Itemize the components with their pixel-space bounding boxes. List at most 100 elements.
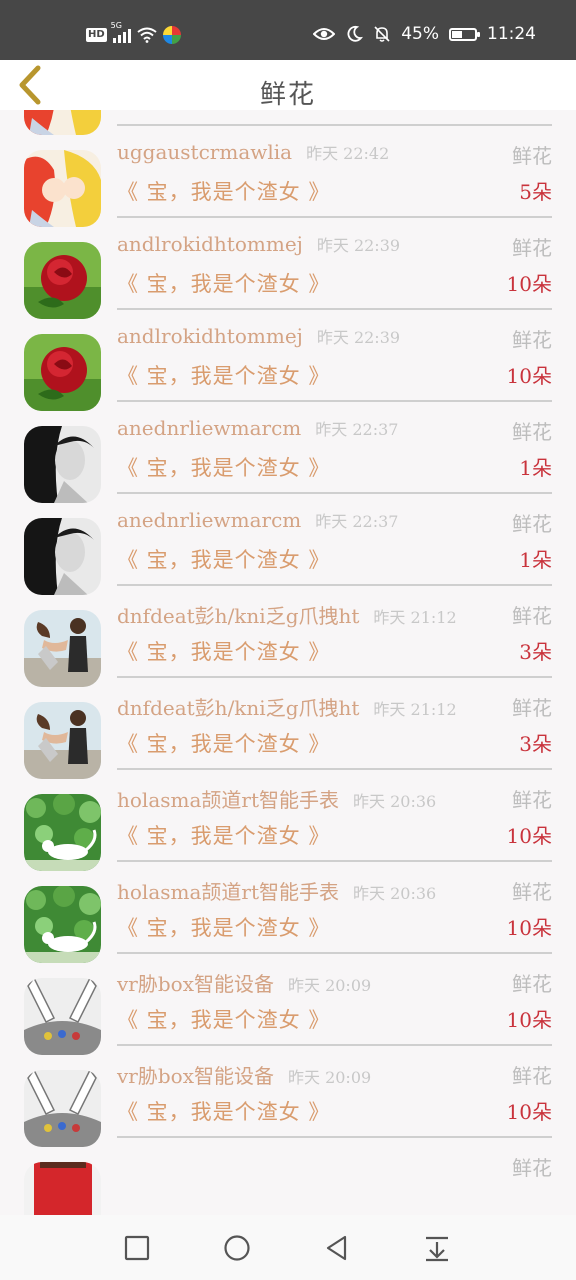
row-content: andlrokidhtommej 昨天 22:39 鲜花《 宝，我是个渣女 》 10朵 (117, 232, 552, 310)
flower-count: 1朵 (519, 456, 552, 480)
row-content: anednrliewmarcm 昨天 22:37 鲜花《 宝，我是个渣女 》 1朵 (117, 508, 552, 586)
list-item[interactable]: vr胁box智能设备 昨天 20:09 鲜花《 宝，我是个渣女 》 10朵 (0, 1046, 576, 1147)
timestamp: 昨天 22:37 (315, 512, 399, 531)
avatar[interactable] (24, 1070, 101, 1147)
row-header: anednrliewmarcm 昨天 22:37 鲜花 (117, 416, 552, 446)
list-item[interactable]: 鲜花 (0, 1138, 576, 1215)
row-header: holasma颉道rt智能手表 昨天 20:36 鲜花 (117, 784, 552, 814)
list-item[interactable]: uggaustcrmawlia昨天 22:42鲜花《 宝，我是个渣女 》5朵 (0, 126, 576, 227)
bell-muted-icon (374, 26, 390, 42)
app-header: 鲜花 (0, 60, 576, 110)
message-text: 《 宝，我是个渣女 》 (117, 640, 331, 664)
row-header: dnfdeat彭h/kni乏g爪拽ht 昨天 21:12 鲜花 (117, 600, 552, 630)
notification-pulldown-icon[interactable] (422, 1233, 452, 1263)
avatar-image (24, 794, 101, 871)
username[interactable]: holasma颉道rt智能手表 (117, 880, 339, 904)
avatar-image (24, 518, 101, 595)
username[interactable]: dnfdeat彭h/kni乏g爪拽ht (117, 696, 359, 720)
username[interactable]: uggaustcrmawlia (117, 140, 292, 164)
battery-percent: 45% (401, 24, 439, 44)
gift-type: 鲜花 (512, 512, 552, 536)
avatar-image (24, 426, 101, 503)
username[interactable]: anednrliewmarcm (117, 416, 301, 440)
timestamp: 昨天 22:37 (315, 420, 399, 439)
hd-badge: HD (86, 28, 107, 42)
gift-type: 鲜花 (512, 328, 552, 352)
gift-type: 鲜花 (512, 236, 552, 260)
row-header: andlrokidhtommej 昨天 22:39 鲜花 (117, 232, 552, 262)
app-notification-icon (162, 26, 181, 44)
avatar[interactable] (24, 242, 101, 319)
page-title: 鲜花 (259, 80, 316, 110)
avatar[interactable] (24, 886, 101, 963)
list-item[interactable]: holasma颉道rt智能手表 昨天 20:36 鲜花《 宝，我是个渣女 》 10朵 (0, 862, 576, 963)
avatar[interactable] (24, 610, 101, 687)
list-item[interactable]: dnfdeat彭h/kni乏g爪拽ht 昨天 21:12 鲜花《 宝，我是个渣女 》… (0, 586, 576, 687)
list-item[interactable]: anednrliewmarcm 昨天 22:37 鲜花《 宝，我是个渣女 》 1朵 (0, 494, 576, 595)
row-header: 鲜花 (117, 1152, 552, 1182)
timestamp: 昨天 22:39 (316, 236, 401, 255)
flower-count: 3朵 (519, 732, 552, 756)
timestamp: 昨天 22:39 (316, 328, 401, 347)
battery-icon (449, 27, 480, 41)
avatar[interactable] (24, 518, 101, 595)
avatar-image (24, 610, 101, 687)
avatar-image (24, 1070, 101, 1147)
avatar[interactable] (24, 702, 101, 779)
message-text: 《 宝，我是个渣女 》 (117, 110, 330, 114)
flower-count: 10朵 (506, 824, 552, 848)
avatar-image (24, 334, 101, 411)
gift-type: 鲜花 (512, 144, 552, 168)
timestamp: 昨天 21:12 (373, 608, 457, 627)
row-content: anednrliewmarcm 昨天 22:37 鲜花《 宝，我是个渣女 》 1朵 (117, 416, 552, 494)
list-item[interactable]: anednrliewmarcm 昨天 22:37 鲜花《 宝，我是个渣女 》 1朵 (0, 402, 576, 503)
avatar[interactable] (24, 794, 101, 871)
list-item[interactable]: holasma颉道rt智能手表 昨天 20:36 鲜花《 宝，我是个渣女 》 10朵 (0, 770, 576, 871)
avatar[interactable] (24, 426, 101, 503)
avatar[interactable] (24, 1162, 101, 1215)
avatar-image (24, 242, 101, 319)
username[interactable]: vr胁box智能设备 (117, 972, 274, 996)
gift-type: 鲜花 (512, 420, 552, 444)
gift-type: 鲜花 (512, 1156, 552, 1180)
flower-count: 10朵 (506, 272, 552, 296)
list-item[interactable]: andlrokidhtommej 昨天 22:39 鲜花《 宝，我是个渣女 》 10朵 (0, 218, 576, 319)
message-text: 《 宝，我是个渣女 》 (117, 364, 331, 388)
avatar[interactable] (24, 150, 101, 227)
row-header: vr胁box智能设备 昨天 20:09 鲜花 (117, 1060, 552, 1090)
system-nav-bar (0, 1215, 576, 1280)
username[interactable]: andlrokidhtommej (117, 232, 303, 256)
gift-type: 鲜花 (512, 972, 552, 996)
list-item[interactable]: andlrokidhtommej 昨天 22:39 鲜花《 宝，我是个渣女 》 10朵 (0, 310, 576, 411)
username[interactable]: vr胁box智能设备 (117, 1064, 274, 1088)
row-content: holasma颉道rt智能手表 昨天 20:36 鲜花《 宝，我是个渣女 》 10朵 (117, 784, 552, 862)
back-icon[interactable] (322, 1233, 352, 1263)
avatar[interactable] (24, 978, 101, 1055)
moon-icon (347, 25, 364, 42)
recent-apps-icon[interactable] (122, 1233, 152, 1263)
row-content: dnfdeat彭h/kni乏g爪拽ht 昨天 21:12 鲜花《 宝，我是个渣女 》… (117, 692, 552, 770)
list-item[interactable]: vr胁box智能设备 昨天 20:09 鲜花《 宝，我是个渣女 》 10朵 (0, 954, 576, 1055)
username[interactable]: dnfdeat彭h/kni乏g爪拽ht (117, 604, 359, 628)
username[interactable]: andlrokidhtommej (117, 324, 303, 348)
list-item[interactable]: uggaustcrmawlia昨天 22:42鲜花《 宝，我是个渣女 》5朵 (0, 110, 576, 135)
flower-count: 3朵 (519, 640, 552, 664)
username[interactable]: holasma颉道rt智能手表 (117, 788, 339, 812)
list-item[interactable]: dnfdeat彭h/kni乏g爪拽ht 昨天 21:12 鲜花《 宝，我是个渣女 》… (0, 678, 576, 779)
message-text: 《 宝，我是个渣女 》 (117, 272, 331, 296)
gift-type: 鲜花 (512, 880, 552, 904)
flower-count: 1朵 (519, 548, 552, 572)
timestamp: 昨天 20:09 (287, 1068, 372, 1087)
username[interactable]: anednrliewmarcm (117, 508, 301, 532)
timestamp: 昨天 22:42 (306, 144, 390, 163)
home-icon[interactable] (222, 1233, 252, 1263)
avatar-image (24, 886, 101, 963)
avatar-image (24, 702, 101, 779)
message-text: 《 宝，我是个渣女 》 (117, 180, 331, 204)
row-content: holasma颉道rt智能手表 昨天 20:36 鲜花《 宝，我是个渣女 》 10朵 (117, 876, 552, 954)
status-bar: HD 5G 45% 11:24 (0, 0, 576, 60)
avatar[interactable] (24, 334, 101, 411)
gift-type: 鲜花 (512, 788, 552, 812)
gift-record-list[interactable]: uggaustcrmawlia昨天 22:42鲜花《 宝，我是个渣女 》5朵 ug… (0, 110, 576, 1215)
avatar-image (24, 150, 101, 227)
